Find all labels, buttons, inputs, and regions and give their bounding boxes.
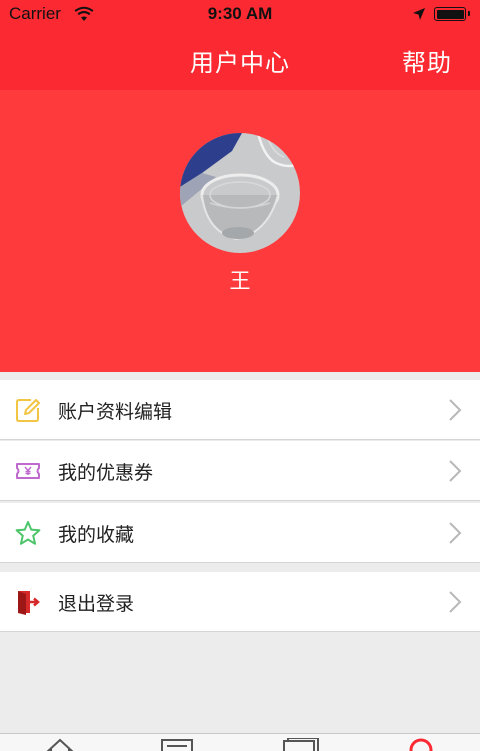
status-bar: Carrier 9:30 AM bbox=[0, 0, 480, 30]
status-time: 9:30 AM bbox=[207, 4, 273, 23]
menu-item-edit-profile[interactable]: 账户资料编辑 bbox=[0, 380, 480, 440]
list-icon[interactable] bbox=[160, 738, 194, 751]
menu-item-label: 我的收藏 bbox=[58, 524, 135, 546]
menu-item-label: 我的优惠券 bbox=[58, 462, 154, 484]
home-icon[interactable] bbox=[45, 738, 75, 751]
menu-item-label: 退出登录 bbox=[58, 593, 135, 615]
edit-icon bbox=[15, 397, 41, 423]
menu-item-favorites[interactable]: 我的收藏 bbox=[0, 503, 480, 563]
chevron-right-icon bbox=[448, 460, 462, 486]
avatar[interactable] bbox=[180, 133, 300, 253]
chevron-right-icon bbox=[448, 591, 462, 617]
help-button[interactable]: 帮助 bbox=[402, 43, 452, 78]
location-arrow-icon bbox=[412, 7, 426, 26]
tab-bar bbox=[0, 733, 480, 751]
user-name: 王 bbox=[229, 269, 251, 293]
star-icon bbox=[15, 520, 41, 546]
menu-item-coupons[interactable]: 我的优惠券 bbox=[0, 441, 480, 501]
nav-bar: 用户中心 帮助 bbox=[0, 30, 480, 90]
menu-item-logout[interactable]: 退出登录 bbox=[0, 572, 480, 632]
document-icon[interactable] bbox=[280, 737, 320, 751]
chevron-right-icon bbox=[448, 522, 462, 548]
logout-icon bbox=[15, 589, 41, 615]
profile-header: 王 bbox=[0, 90, 480, 372]
user-icon[interactable] bbox=[406, 738, 436, 751]
menu-item-label: 账户资料编辑 bbox=[58, 401, 173, 423]
coupon-icon bbox=[15, 458, 41, 484]
battery-icon bbox=[434, 7, 470, 21]
chevron-right-icon bbox=[448, 399, 462, 425]
